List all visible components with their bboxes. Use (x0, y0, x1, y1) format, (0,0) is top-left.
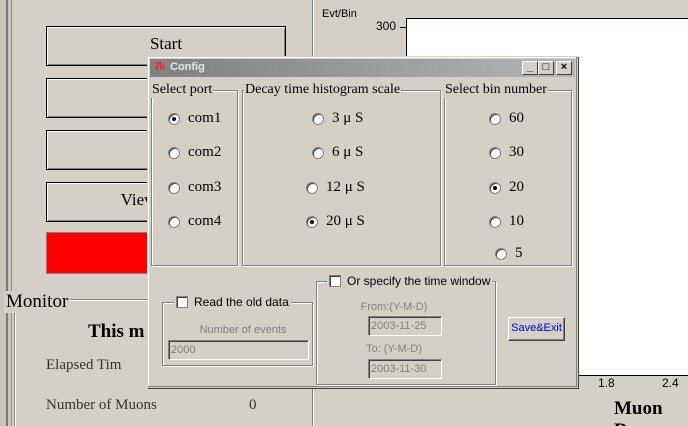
bin-group-title: Select bin number (444, 82, 548, 98)
dialog-titlebar[interactable]: 7k Config _ □ × (150, 59, 575, 77)
bin-radio-60[interactable]: 60 (489, 110, 524, 127)
port-radio-label: com3 (188, 179, 222, 195)
radio-empty-icon (312, 146, 324, 159)
bin-radio-label: 20 (509, 179, 524, 195)
time-window-label: Or specify the time window (347, 274, 491, 288)
time-window-checkbox[interactable]: Or specify the time window (327, 274, 493, 288)
scale-group-title: Decay time histogram scale (244, 82, 402, 98)
bin-radio-label: 5 (515, 245, 523, 261)
tk-app-icon: 7k (154, 61, 165, 73)
plot-x-tick-label: 2.4 (662, 376, 679, 390)
plot-y-axis-label: Evt/Bin (322, 8, 357, 20)
radio-empty-icon (168, 146, 180, 159)
read-old-data-checkbox[interactable]: Read the old data (174, 295, 291, 309)
bin-group: Select bin number 60 30 20 10 5 (444, 82, 572, 266)
scale-group: Decay time histogram scale 3 μ S 6 μ S 1… (242, 82, 441, 266)
port-radio-label: com4 (188, 213, 222, 229)
from-date-field[interactable]: 2003-11-25 (368, 316, 442, 336)
scale-radio-label: 3 μ S (332, 110, 364, 126)
radio-selected-icon (306, 215, 318, 228)
radio-selected-icon (489, 181, 501, 194)
plot-x-tick-label: 1.8 (598, 376, 615, 390)
bin-radio-label: 60 (509, 110, 524, 126)
port-radio-com2[interactable]: com2 (168, 144, 221, 161)
close-button[interactable]: × (556, 61, 572, 75)
maximize-button[interactable]: □ (538, 61, 554, 75)
left-window-edge (0, 0, 12, 426)
monitor-frame-left (14, 299, 16, 426)
plot-x-axis-label: Muon De (614, 398, 663, 426)
scale-radio-label: 12 μ S (326, 179, 365, 195)
port-radio-label: com2 (188, 144, 222, 160)
start-button-label: Start (149, 34, 183, 53)
port-radio-com3[interactable]: com3 (168, 179, 221, 196)
bin-radio-label: 10 (509, 213, 524, 229)
events-field[interactable]: 2000 (168, 340, 309, 360)
scale-radio-6us[interactable]: 6 μ S (312, 144, 363, 161)
monitor-heading: This m (88, 321, 145, 342)
save-exit-button[interactable]: Save&Exit (508, 317, 565, 341)
scale-radio-12us[interactable]: 12 μ S (306, 179, 365, 196)
port-group: Select port com1 com2 com3 com4 (151, 82, 238, 266)
from-date-label: From:(Y-M-D) (360, 301, 428, 313)
bin-radio-label: 30 (509, 144, 524, 160)
radio-empty-icon (312, 112, 324, 125)
port-group-title: Select port (151, 82, 214, 98)
port-radio-com1[interactable]: com1 (168, 110, 221, 127)
minimize-button[interactable]: _ (522, 61, 538, 75)
radio-selected-icon (168, 112, 180, 125)
elapsed-time-label: Elapsed Tim (46, 357, 122, 373)
scale-radio-3us[interactable]: 3 μ S (312, 110, 363, 127)
muon-count-value: 0 (249, 397, 257, 413)
scale-radio-label: 20 μ S (326, 213, 365, 229)
bin-radio-5[interactable]: 5 (495, 245, 523, 262)
to-date-field[interactable]: 2003-11-30 (368, 359, 442, 379)
port-radio-label: com1 (188, 110, 222, 126)
radio-empty-icon (306, 181, 318, 194)
read-old-data-label: Read the old data (194, 295, 289, 309)
radio-empty-icon (168, 181, 180, 194)
bin-radio-30[interactable]: 30 (489, 144, 524, 161)
radio-empty-icon (489, 112, 501, 125)
scale-radio-label: 6 μ S (332, 144, 364, 160)
radio-empty-icon (489, 146, 501, 159)
to-date-label: To: (Y-M-D) (366, 343, 422, 355)
checkbox-icon (176, 296, 188, 308)
config-dialog: 7k Config _ □ × Select port com1 com2 co… (147, 56, 578, 388)
radio-empty-icon (489, 215, 501, 228)
radio-empty-icon (495, 247, 507, 260)
muon-count-label: Number of Muons (46, 397, 157, 413)
scale-radio-20us[interactable]: 20 μ S (306, 213, 365, 230)
bin-radio-20[interactable]: 20 (489, 179, 524, 196)
bin-radio-10[interactable]: 10 (489, 213, 524, 230)
events-label: Number of events (199, 324, 287, 336)
plot-y-tick-label: 300 (376, 19, 397, 33)
dialog-title: Config (170, 61, 205, 73)
monitor-group-label: Monitor (4, 291, 71, 313)
port-radio-com4[interactable]: com4 (168, 213, 221, 230)
checkbox-icon (329, 275, 341, 287)
radio-empty-icon (168, 215, 180, 228)
